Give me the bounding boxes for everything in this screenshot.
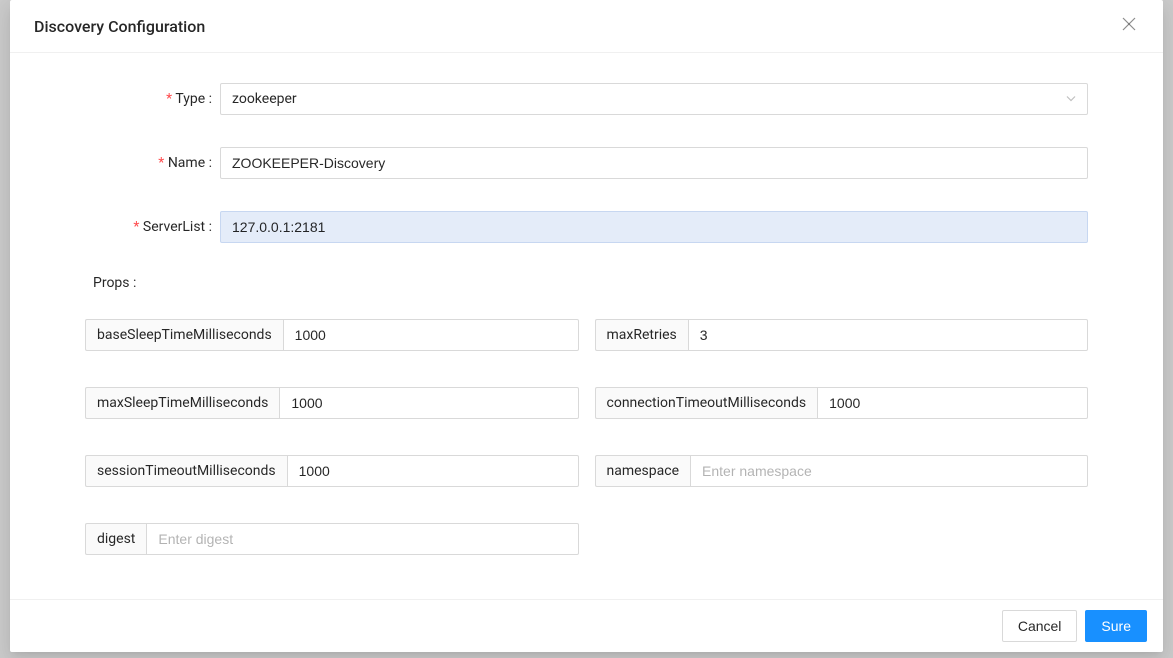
close-icon — [1122, 17, 1136, 35]
close-button[interactable] — [1119, 16, 1139, 36]
sure-button[interactable]: Sure — [1085, 610, 1147, 642]
prop-maxretries: maxRetries — [595, 319, 1089, 351]
prop-digest: digest — [85, 523, 579, 555]
prop-digest-input[interactable] — [146, 523, 578, 555]
prop-maxsleeptime: maxSleepTimeMilliseconds — [85, 387, 579, 419]
props-grid: baseSleepTimeMilliseconds maxRetries max… — [85, 319, 1088, 555]
prop-maxretries-input[interactable] — [688, 319, 1088, 351]
props-label: Props : — [93, 275, 1088, 291]
type-label: Type : — [85, 91, 220, 107]
modal-footer: Cancel Sure — [10, 599, 1163, 652]
name-input[interactable] — [220, 147, 1088, 179]
prop-maxsleeptime-input[interactable] — [279, 387, 578, 419]
prop-basesleeptime: baseSleepTimeMilliseconds — [85, 319, 579, 351]
field-name: Name : — [85, 147, 1088, 179]
prop-namespace-input[interactable] — [690, 455, 1088, 487]
serverlist-label: ServerList : — [85, 219, 220, 235]
prop-key-label: maxRetries — [595, 319, 688, 351]
prop-connectiontimeout: connectionTimeoutMilliseconds — [595, 387, 1089, 419]
modal-header: Discovery Configuration — [10, 0, 1163, 53]
prop-key-label: sessionTimeoutMilliseconds — [85, 455, 287, 487]
prop-key-label: namespace — [595, 455, 691, 487]
prop-key-label: baseSleepTimeMilliseconds — [85, 319, 283, 351]
field-serverlist: ServerList : — [85, 211, 1088, 243]
cancel-button[interactable]: Cancel — [1002, 610, 1078, 642]
modal-body: Type : zookeeper Name : ServerList : — [10, 53, 1163, 599]
prop-sessiontimeout: sessionTimeoutMilliseconds — [85, 455, 579, 487]
type-select[interactable]: zookeeper — [220, 83, 1088, 115]
prop-connectiontimeout-input[interactable] — [817, 387, 1088, 419]
prop-namespace: namespace — [595, 455, 1089, 487]
prop-key-label: maxSleepTimeMilliseconds — [85, 387, 279, 419]
field-type: Type : zookeeper — [85, 83, 1088, 115]
prop-key-label: connectionTimeoutMilliseconds — [595, 387, 818, 419]
type-control: zookeeper — [220, 83, 1088, 115]
serverlist-input[interactable] — [220, 211, 1088, 243]
type-select-value: zookeeper — [220, 83, 1088, 115]
prop-sessiontimeout-input[interactable] — [287, 455, 579, 487]
prop-basesleeptime-input[interactable] — [283, 319, 579, 351]
name-label: Name : — [85, 155, 220, 171]
modal-title: Discovery Configuration — [34, 17, 205, 36]
prop-key-label: digest — [85, 523, 146, 555]
serverlist-control — [220, 211, 1088, 243]
discovery-config-modal: Discovery Configuration Type : zookeeper — [10, 0, 1163, 652]
name-control — [220, 147, 1088, 179]
